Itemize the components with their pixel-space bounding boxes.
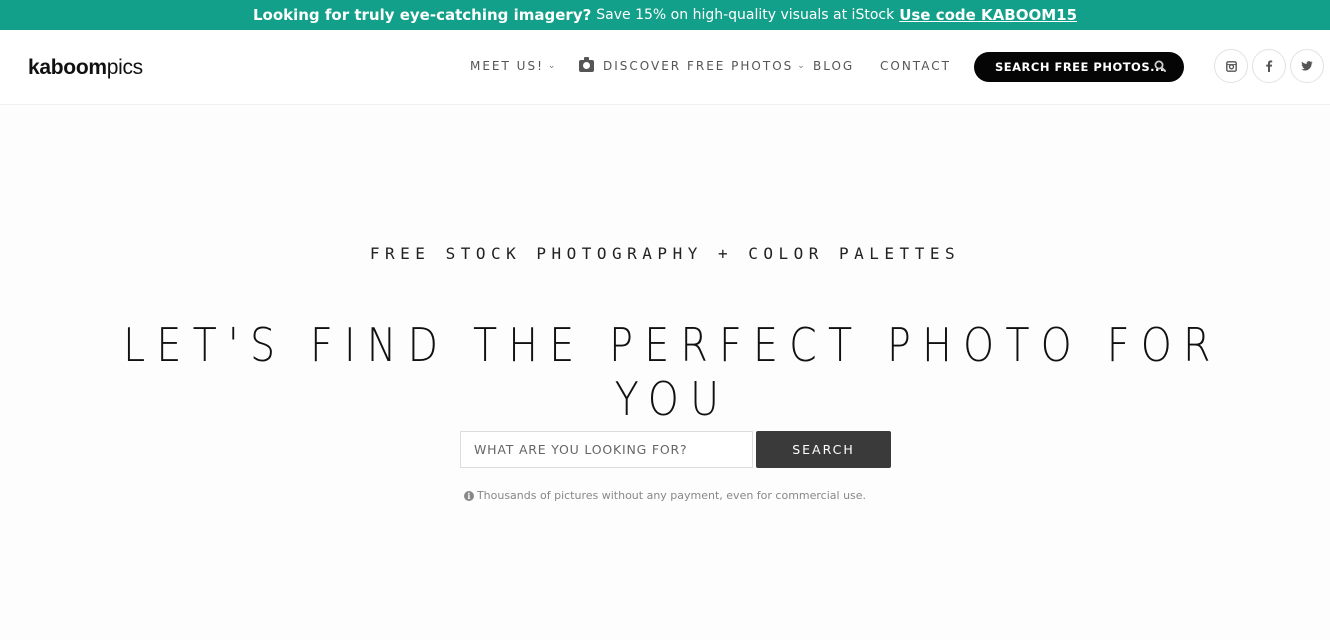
promo-code-link[interactable]: Use code KABOOM15: [899, 6, 1077, 24]
info-icon: i: [463, 490, 474, 501]
nav-blog[interactable]: BLOG: [813, 59, 854, 73]
logo[interactable]: kaboompics: [28, 56, 143, 80]
site-header: kaboompics MEET US! ⌄ DISCOVER FREE PHOT…: [0, 30, 1330, 105]
hero-tagline: FREE STOCK PHOTOGRAPHY + COLOR PALETTES: [369, 244, 961, 263]
facebook-icon: [1266, 60, 1273, 72]
search-input[interactable]: [460, 431, 753, 468]
logo-bold: kaboom: [28, 56, 107, 79]
facebook-button[interactable]: [1252, 49, 1286, 83]
nav-discover-free-photos[interactable]: DISCOVER FREE PHOTOS ⌄: [579, 57, 807, 73]
hero-headline: LET'S FIND THE PERFECT PHOTO FOR YOU: [123, 318, 1222, 426]
nav-blog-label: BLOG: [813, 59, 855, 73]
promo-banner: Looking for truly eye-catching imagery? …: [0, 0, 1330, 30]
nav-meet-us[interactable]: MEET US! ⌄: [470, 59, 557, 73]
promo-bold-text: Looking for truly eye-catching imagery?: [252, 6, 592, 24]
nav-contact-label: CONTACT: [880, 59, 951, 73]
chevron-down-icon: ⌄: [547, 61, 558, 71]
header-search-label: SEARCH FREE PHOTOS...: [995, 60, 1165, 74]
instagram-icon: [1225, 60, 1237, 72]
search-icon: [1154, 60, 1166, 72]
camera-icon: [579, 57, 594, 72]
info-note: i Thousands of pictures without any paym…: [0, 489, 1330, 502]
nav-discover-label: DISCOVER FREE PHOTOS: [603, 59, 794, 73]
twitter-icon: [1301, 61, 1313, 71]
chevron-down-icon: ⌄: [797, 61, 807, 71]
header-search-button[interactable]: SEARCH FREE PHOTOS...: [974, 52, 1184, 82]
nav-contact[interactable]: CONTACT: [880, 59, 951, 73]
logo-light: pics: [106, 56, 143, 79]
twitter-button[interactable]: [1290, 49, 1324, 83]
promo-text: Save 15% on high-quality visuals at iSto…: [596, 7, 895, 23]
nav-meet-us-label: MEET US!: [470, 59, 544, 73]
search-button[interactable]: SEARCH: [756, 431, 891, 468]
info-note-text: Thousands of pictures without any paymen…: [476, 489, 867, 502]
instagram-button[interactable]: [1214, 49, 1248, 83]
